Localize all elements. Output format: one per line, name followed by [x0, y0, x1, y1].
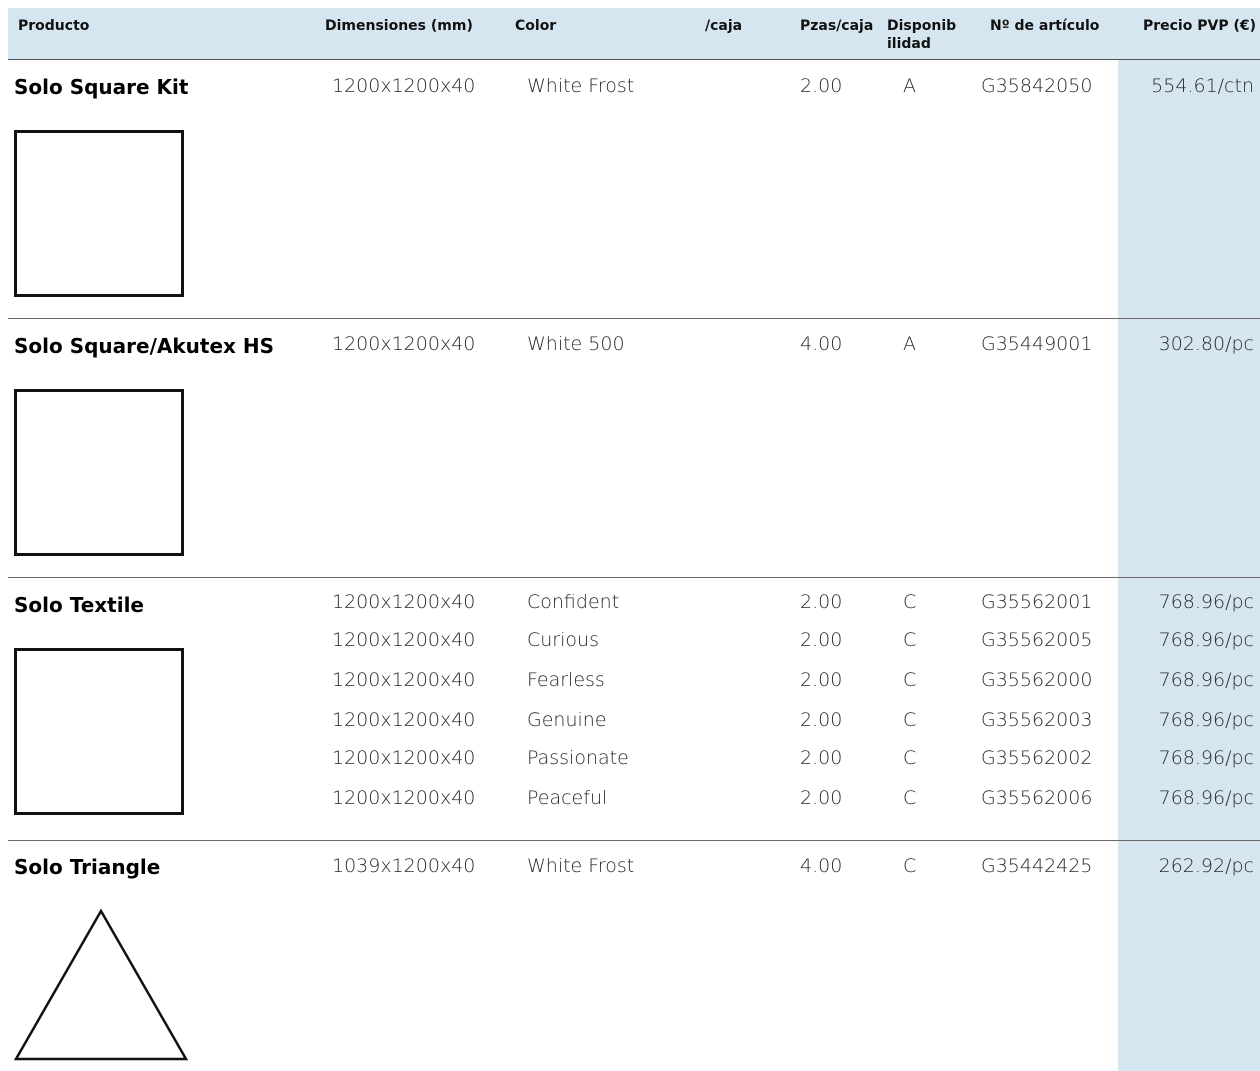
cell-article: G35442425 [981, 855, 1093, 877]
cell-availability: A [903, 333, 916, 355]
table-row: 1200x1200x40 Curious 2.00 C G35562005 76… [8, 626, 1260, 654]
cell-dimensions: 1039x1200x40 [332, 855, 476, 877]
cell-article: G35562003 [981, 709, 1093, 731]
cell-dimensions: 1200x1200x40 [332, 709, 476, 731]
cell-article: G35562001 [981, 591, 1093, 613]
header-producto: Producto [18, 18, 90, 34]
cell-availability: C [903, 709, 917, 731]
cell-pzas: 4.00 [800, 333, 843, 355]
header-pzas: Pzas/caja [800, 18, 874, 34]
table-row: 1039x1200x40 White Frost 4.00 C G3544242… [8, 852, 1260, 880]
cell-article: G35449001 [981, 333, 1093, 355]
product-section-solo-triangle: Solo Triangle 1039x1200x40 White Frost 4… [8, 841, 1260, 1071]
cell-color: White Frost [527, 75, 635, 97]
product-section-solo-square-kit: Solo Square Kit 1200x1200x40 White Frost… [8, 60, 1260, 319]
cell-availability: C [903, 669, 917, 691]
cell-price: 262.92/pc [1158, 855, 1254, 877]
cell-price: 554.61/ctn [1151, 75, 1254, 97]
cell-availability: C [903, 787, 917, 809]
cell-color: White Frost [527, 855, 635, 877]
header-color: Color [515, 18, 557, 34]
table-row: 1200x1200x40 White 500 4.00 A G35449001 … [8, 330, 1260, 358]
cell-pzas: 2.00 [800, 591, 843, 613]
cell-dimensions: 1200x1200x40 [332, 591, 476, 613]
cell-dimensions: 1200x1200x40 [332, 333, 476, 355]
cell-price: 768.96/pc [1158, 787, 1254, 809]
table-row: 1200x1200x40 White Frost 2.00 A G3584205… [8, 72, 1260, 100]
cell-pzas: 2.00 [800, 709, 843, 731]
cell-dimensions: 1200x1200x40 [332, 629, 476, 651]
header-dimensiones: Dimensiones (mm) [325, 18, 473, 34]
product-section-solo-textile: Solo Textile 1200x1200x40 Confident 2.00… [8, 578, 1260, 841]
cell-dimensions: 1200x1200x40 [332, 747, 476, 769]
cell-availability: C [903, 855, 917, 877]
square-thumbnail-icon [14, 389, 184, 556]
cell-dimensions: 1200x1200x40 [332, 75, 476, 97]
cell-color: Fearless [527, 669, 605, 691]
header-caja: /caja [705, 18, 743, 34]
triangle-thumbnail-icon [13, 908, 189, 1061]
cell-color: White 500 [527, 333, 625, 355]
cell-article: G35562006 [981, 787, 1093, 809]
cell-color: Curious [527, 629, 599, 651]
cell-pzas: 2.00 [800, 669, 843, 691]
cell-color: Genuine [527, 709, 607, 731]
cell-pzas: 2.00 [800, 787, 843, 809]
cell-availability: C [903, 747, 917, 769]
cell-article: G35562002 [981, 747, 1093, 769]
table-row: 1200x1200x40 Passionate 2.00 C G35562002… [8, 744, 1260, 772]
table-row: 1200x1200x40 Confident 2.00 C G35562001 … [8, 588, 1260, 616]
header-precio: Precio PVP (€) [1142, 18, 1256, 34]
table-header: Producto Dimensiones (mm) Color /caja Pz… [8, 8, 1260, 60]
cell-price: 768.96/pc [1158, 591, 1254, 613]
product-section-solo-square-akutex: Solo Square/Akutex HS 1200x1200x40 White… [8, 319, 1260, 578]
cell-article: G35562005 [981, 629, 1093, 651]
cell-color: Confident [527, 591, 620, 613]
square-thumbnail-icon [14, 130, 184, 297]
table-row: 1200x1200x40 Peaceful 2.00 C G35562006 7… [8, 784, 1260, 812]
cell-price: 302.80/pc [1158, 333, 1254, 355]
cell-availability: C [903, 629, 917, 651]
header-articulo: Nº de artículo [990, 18, 1100, 34]
cell-dimensions: 1200x1200x40 [332, 787, 476, 809]
cell-availability: A [903, 75, 916, 97]
cell-price: 768.96/pc [1158, 629, 1254, 651]
cell-pzas: 2.00 [800, 747, 843, 769]
table-row: 1200x1200x40 Fearless 2.00 C G35562000 7… [8, 666, 1260, 694]
header-disponibilidad: Disponibilidad [887, 18, 957, 52]
cell-price: 768.96/pc [1158, 747, 1254, 769]
cell-price: 768.96/pc [1158, 709, 1254, 731]
cell-pzas: 4.00 [800, 855, 843, 877]
cell-color: Peaceful [527, 787, 608, 809]
table-row: 1200x1200x40 Genuine 2.00 C G35562003 76… [8, 706, 1260, 734]
cell-dimensions: 1200x1200x40 [332, 669, 476, 691]
cell-color: Passionate [527, 747, 629, 769]
cell-article: G35842050 [981, 75, 1093, 97]
cell-pzas: 2.00 [800, 75, 843, 97]
cell-availability: C [903, 591, 917, 613]
cell-article: G35562000 [981, 669, 1093, 691]
cell-price: 768.96/pc [1158, 669, 1254, 691]
cell-pzas: 2.00 [800, 629, 843, 651]
